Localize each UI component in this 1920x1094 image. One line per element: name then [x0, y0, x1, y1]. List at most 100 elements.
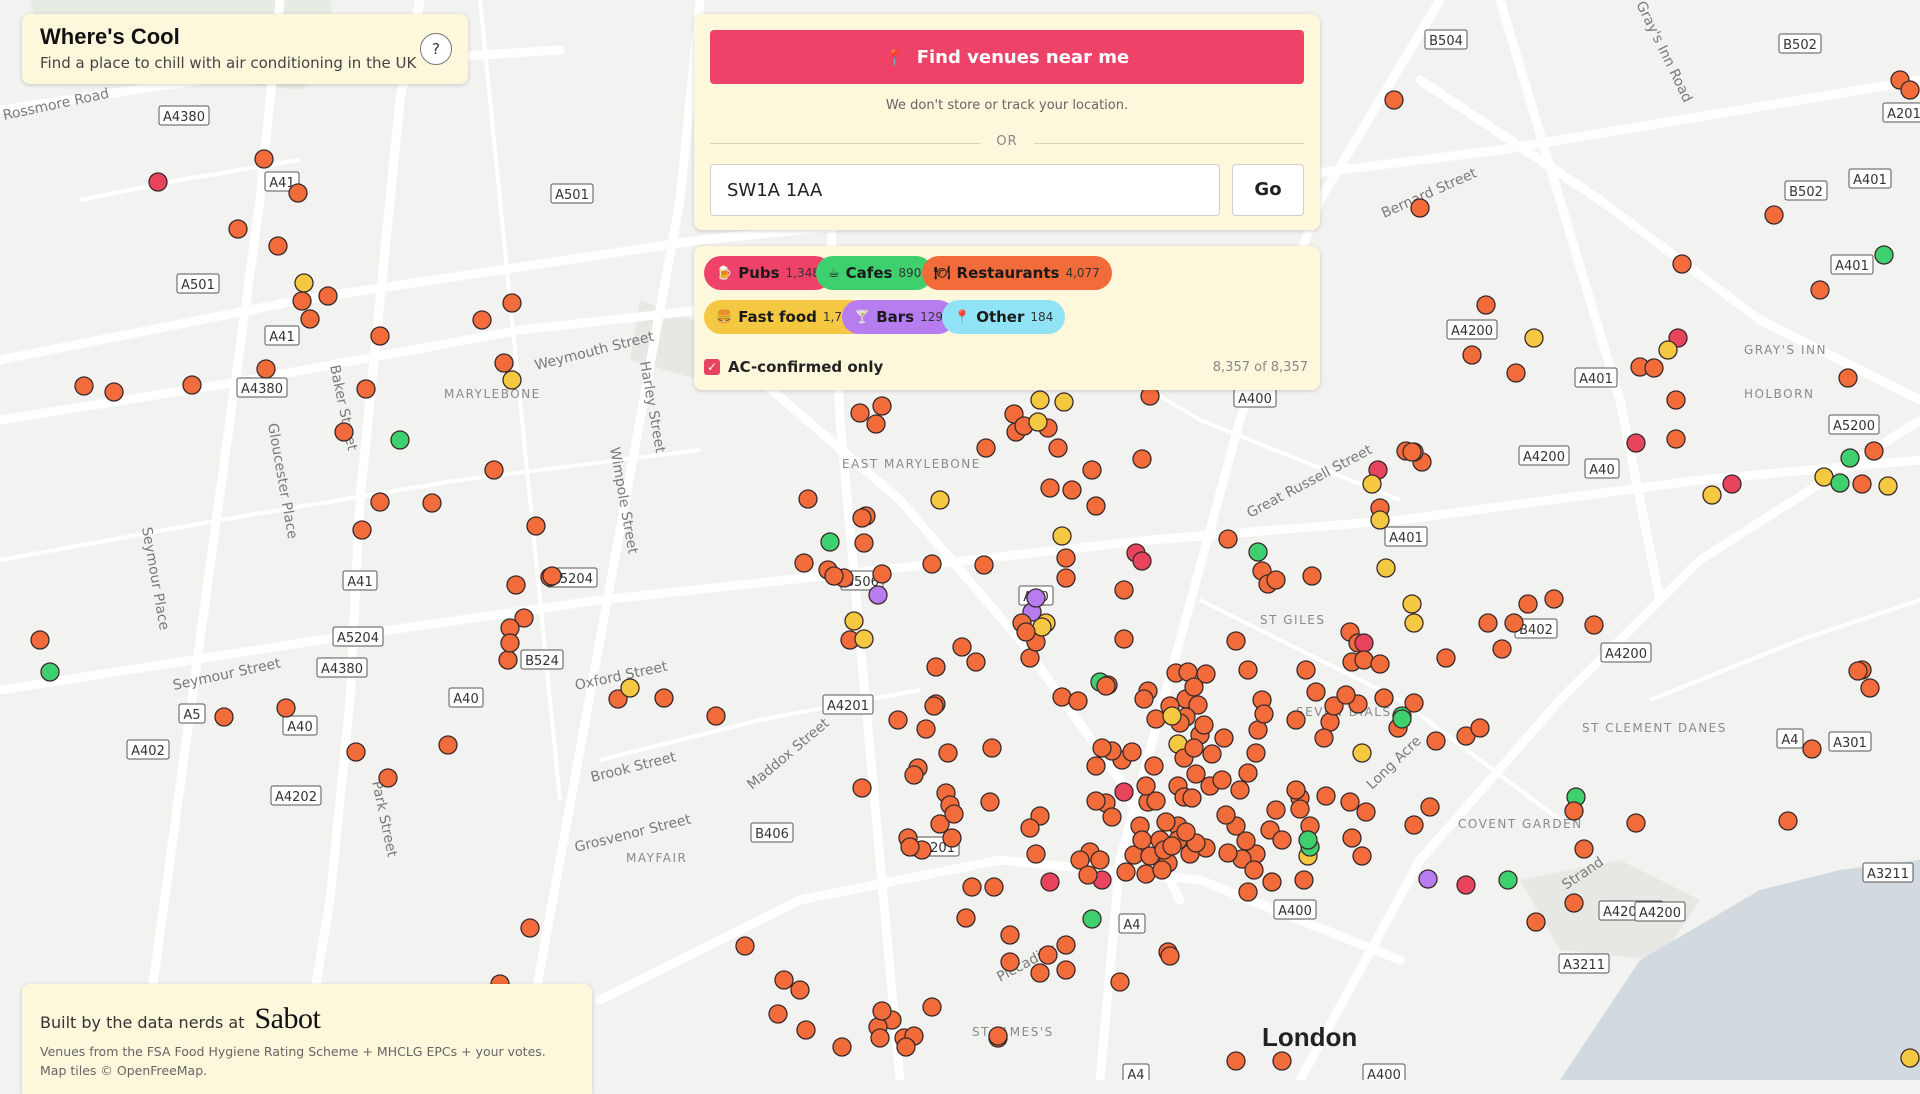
- venue-marker-restaurant[interactable]: [356, 379, 376, 399]
- venue-marker-restaurant[interactable]: [1838, 368, 1858, 388]
- venue-marker-fastfood[interactable]: [1658, 340, 1678, 360]
- venue-marker-restaurant[interactable]: [1266, 570, 1286, 590]
- venue-marker-cafe[interactable]: [390, 430, 410, 450]
- venue-marker-restaurant[interactable]: [1162, 836, 1182, 856]
- venue-marker-restaurant[interactable]: [1342, 828, 1362, 848]
- venue-marker-restaurant[interactable]: [988, 1026, 1008, 1046]
- venue-marker-restaurant[interactable]: [1090, 850, 1110, 870]
- venue-marker-restaurant[interactable]: [1062, 480, 1082, 500]
- venue-marker-restaurant[interactable]: [422, 493, 442, 513]
- venue-marker-restaurant[interactable]: [1476, 295, 1496, 315]
- venue-marker-restaurant[interactable]: [1212, 770, 1232, 790]
- venue-marker-restaurant[interactable]: [926, 657, 946, 677]
- venue-marker-restaurant[interactable]: [484, 460, 504, 480]
- venue-marker-restaurant[interactable]: [352, 520, 372, 540]
- venue-marker-restaurant[interactable]: [1238, 660, 1258, 680]
- venue-marker-restaurant[interactable]: [1114, 629, 1134, 649]
- venue-marker-restaurant[interactable]: [1238, 882, 1258, 902]
- filter-chip-cafes[interactable]: ☕ Cafes 890: [816, 256, 934, 290]
- venue-marker-restaurant[interactable]: [1184, 677, 1204, 697]
- venue-marker-restaurant[interactable]: [798, 489, 818, 509]
- venue-marker-restaurant[interactable]: [346, 742, 366, 762]
- venue-marker-bar[interactable]: [1026, 588, 1046, 608]
- venue-marker-bar[interactable]: [1418, 869, 1438, 889]
- venue-marker-restaurant[interactable]: [956, 908, 976, 928]
- venue-marker-restaurant[interactable]: [1584, 615, 1604, 635]
- venue-marker-restaurant[interactable]: [370, 326, 390, 346]
- venue-marker-restaurant[interactable]: [1336, 685, 1356, 705]
- venue-marker-restaurant[interactable]: [494, 353, 514, 373]
- venue-marker-restaurant[interactable]: [288, 183, 308, 203]
- venue-marker-restaurant[interactable]: [900, 837, 920, 857]
- venue-marker-restaurant[interactable]: [1290, 799, 1310, 819]
- venue-marker-restaurant[interactable]: [1026, 844, 1046, 864]
- venue-marker-restaurant[interactable]: [1370, 654, 1390, 674]
- venue-marker-restaurant[interactable]: [1644, 358, 1664, 378]
- venue-marker-restaurant[interactable]: [1078, 865, 1098, 885]
- venue-marker-restaurant[interactable]: [790, 980, 810, 1000]
- venue-marker-restaurant[interactable]: [735, 936, 755, 956]
- venue-marker-cafe[interactable]: [1840, 448, 1860, 468]
- venue-marker-restaurant[interactable]: [1426, 731, 1446, 751]
- venue-marker-restaurant[interactable]: [1248, 720, 1268, 740]
- venue-marker-pub[interactable]: [148, 172, 168, 192]
- venue-marker-restaurant[interactable]: [1110, 972, 1130, 992]
- venue-marker-restaurant[interactable]: [852, 508, 872, 528]
- venue-marker-restaurant[interactable]: [1506, 363, 1526, 383]
- venue-marker-restaurant[interactable]: [796, 1020, 816, 1040]
- venue-marker-restaurant[interactable]: [1102, 807, 1122, 827]
- venue-marker-fastfood[interactable]: [294, 273, 314, 293]
- venue-marker-restaurant[interactable]: [1086, 756, 1106, 776]
- venue-marker-restaurant[interactable]: [1176, 822, 1196, 842]
- venue-marker-restaurant[interactable]: [1048, 438, 1068, 458]
- venue-marker-restaurant[interactable]: [526, 516, 546, 536]
- venue-marker-restaurant[interactable]: [334, 422, 354, 442]
- venue-marker-cafe[interactable]: [1392, 709, 1412, 729]
- venue-marker-restaurant[interactable]: [872, 564, 892, 584]
- venue-marker-restaurant[interactable]: [966, 652, 986, 672]
- venue-marker-restaurant[interactable]: [1436, 648, 1456, 668]
- filter-chip-pubs[interactable]: 🍺 Pubs 1,348: [704, 256, 832, 290]
- venue-marker-restaurant[interactable]: [1186, 764, 1206, 784]
- venue-marker-restaurant[interactable]: [1764, 205, 1784, 225]
- find-venues-button[interactable]: 📍 Find venues near me: [710, 30, 1304, 84]
- venue-marker-restaurant[interactable]: [1404, 815, 1424, 835]
- venue-marker-restaurant[interactable]: [1030, 963, 1050, 983]
- go-button[interactable]: Go: [1232, 164, 1304, 216]
- venue-marker-restaurant[interactable]: [1810, 280, 1830, 300]
- venue-marker-pub[interactable]: [1456, 875, 1476, 895]
- venue-marker-restaurant[interactable]: [1384, 90, 1404, 110]
- venue-marker-fastfood[interactable]: [1524, 328, 1544, 348]
- venue-marker-restaurant[interactable]: [506, 575, 526, 595]
- venue-marker-restaurant[interactable]: [944, 804, 964, 824]
- venue-marker-restaurant[interactable]: [952, 637, 972, 657]
- venue-marker-restaurant[interactable]: [292, 291, 312, 311]
- venue-marker-restaurant[interactable]: [1020, 648, 1040, 668]
- venue-marker-cafe[interactable]: [1298, 830, 1318, 850]
- ac-confirmed-toggle[interactable]: ✓ AC-confirmed only: [704, 358, 883, 376]
- venue-marker-restaurant[interactable]: [706, 706, 726, 726]
- venue-marker-restaurant[interactable]: [1470, 718, 1490, 738]
- venue-marker-restaurant[interactable]: [370, 492, 390, 512]
- venue-marker-restaurant[interactable]: [1266, 800, 1286, 820]
- venue-marker-restaurant[interactable]: [1286, 710, 1306, 730]
- venue-marker-restaurant[interactable]: [1068, 691, 1088, 711]
- venue-marker-restaurant[interactable]: [268, 236, 288, 256]
- venue-marker-restaurant[interactable]: [866, 414, 886, 434]
- venue-marker-restaurant[interactable]: [1666, 429, 1686, 449]
- venue-marker-restaurant[interactable]: [974, 555, 994, 575]
- venue-marker-restaurant[interactable]: [1864, 441, 1884, 461]
- venue-marker-restaurant[interactable]: [1226, 1051, 1246, 1071]
- venue-marker-restaurant[interactable]: [378, 768, 398, 788]
- venue-marker-restaurant[interactable]: [1860, 678, 1880, 698]
- venue-marker-restaurant[interactable]: [1374, 688, 1394, 708]
- venue-marker-restaurant[interactable]: [1040, 478, 1060, 498]
- venue-marker-restaurant[interactable]: [924, 696, 944, 716]
- venue-marker-restaurant[interactable]: [1778, 811, 1798, 831]
- venue-marker-restaurant[interactable]: [1478, 613, 1498, 633]
- venue-marker-restaurant[interactable]: [498, 650, 518, 670]
- venue-marker-restaurant[interactable]: [768, 1004, 788, 1024]
- venue-marker-restaurant[interactable]: [1132, 449, 1152, 469]
- venue-marker-restaurant[interactable]: [1202, 744, 1222, 764]
- venue-marker-fastfood[interactable]: [1362, 474, 1382, 494]
